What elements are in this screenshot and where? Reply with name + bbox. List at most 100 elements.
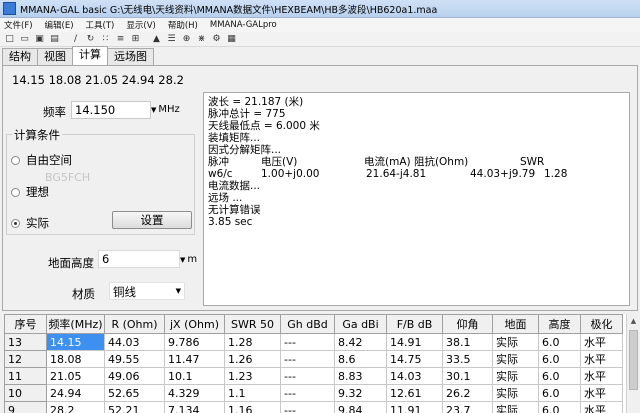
wire-icon[interactable]: ∕ xyxy=(70,34,81,45)
column-header[interactable]: 高度 xyxy=(538,314,581,334)
table-cell[interactable]: 12 xyxy=(4,350,47,368)
menu-edit[interactable]: 编辑(E) xyxy=(45,19,74,31)
table-cell[interactable]: 28.2 xyxy=(46,401,105,413)
table-cell[interactable]: 24.94 xyxy=(46,384,105,402)
table-cell[interactable]: 14.03 xyxy=(386,367,443,385)
table-cell[interactable]: 21.05 xyxy=(46,367,105,385)
table-row[interactable]: 10 24.94 52.65 4.329 1.1 --- 9.32 12.61 26.2 实际 6.… xyxy=(4,384,623,402)
table-cell[interactable]: 23.7 xyxy=(442,401,493,413)
table-cell[interactable]: 52.21 xyxy=(104,401,165,413)
table-cell[interactable]: 26.2 xyxy=(442,384,493,402)
table-cell[interactable]: 1.23 xyxy=(224,367,281,385)
table-cell[interactable]: 9.32 xyxy=(334,384,387,402)
table-cell[interactable]: 14.15 xyxy=(46,333,105,351)
tab-far-field[interactable]: 远场图 xyxy=(107,48,154,65)
table-cell[interactable]: 14.75 xyxy=(386,350,443,368)
table-cell[interactable]: 49.55 xyxy=(104,350,165,368)
open-file-icon[interactable]: ▭ xyxy=(19,34,30,45)
table-cell[interactable]: 水平 xyxy=(580,350,623,368)
table-cell[interactable]: 实际 xyxy=(492,350,539,368)
table-row[interactable]: 13 14.15 44.03 9.786 1.28 --- 8.42 14.91 38.1 实际 6… xyxy=(4,333,623,351)
crosshair-icon[interactable]: ⊕ xyxy=(181,34,192,45)
network-icon[interactable]: ⋇ xyxy=(196,34,207,45)
table-cell[interactable]: 30.1 xyxy=(442,367,493,385)
table-cell[interactable]: --- xyxy=(280,384,335,402)
print-icon[interactable]: ▤ xyxy=(49,34,60,45)
column-header[interactable]: 仰角 xyxy=(442,314,493,334)
table-cell[interactable]: 8.83 xyxy=(334,367,387,385)
radio-circle-icon[interactable] xyxy=(11,155,20,165)
column-header[interactable]: 极化 xyxy=(580,314,623,334)
table-cell[interactable]: 52.65 xyxy=(104,384,165,402)
ruler-icon[interactable]: ☰ xyxy=(166,34,177,45)
table-cell[interactable]: 10.1 xyxy=(164,367,225,385)
table-cell[interactable]: 1.28 xyxy=(224,333,281,351)
table-cell[interactable]: 水平 xyxy=(580,384,623,402)
table-scrollbar[interactable]: ▲ xyxy=(626,314,640,413)
table-cell[interactable]: 8.6 xyxy=(334,350,387,368)
column-header[interactable]: 序号 xyxy=(4,314,47,334)
table-cell[interactable]: 14.91 xyxy=(386,333,443,351)
column-header[interactable]: SWR 50 xyxy=(224,314,281,334)
table-row[interactable]: 11 21.05 49.06 10.1 1.23 --- 8.83 14.03 30.1 实际 6.… xyxy=(4,367,623,385)
column-header[interactable]: R (Ohm) xyxy=(104,314,165,334)
table-cell[interactable]: 水平 xyxy=(580,367,623,385)
table-cell[interactable]: 13 xyxy=(4,333,47,351)
radio-ideal[interactable]: 理想 xyxy=(11,184,49,200)
menu-pro[interactable]: MMANA-GALpro xyxy=(210,20,277,30)
table-cell[interactable]: --- xyxy=(280,367,335,385)
table-cell[interactable]: 水平 xyxy=(580,333,623,351)
column-header[interactable]: 频率(MHz) xyxy=(46,314,105,334)
table-cell[interactable]: 9.84 xyxy=(334,401,387,413)
ground-height-input[interactable]: 6 xyxy=(98,250,180,268)
table-cell[interactable]: 44.03 xyxy=(104,333,165,351)
table-cell[interactable]: --- xyxy=(280,350,335,368)
table-cell[interactable]: 6.0 xyxy=(538,367,581,385)
tab-structure[interactable]: 结构 xyxy=(2,48,38,65)
table-cell[interactable]: 水平 xyxy=(580,401,623,413)
rotate-icon[interactable]: ↻ xyxy=(85,34,96,45)
table-cell[interactable]: --- xyxy=(280,401,335,413)
menu-view[interactable]: 显示(V) xyxy=(126,19,155,31)
table-cell[interactable]: 11 xyxy=(4,367,47,385)
radio-real[interactable]: 实际 xyxy=(11,215,49,231)
column-header[interactable]: Gh dBd xyxy=(280,314,335,334)
column-header[interactable]: jX (Ohm) xyxy=(164,314,225,334)
segment-icon[interactable]: ∷ xyxy=(100,34,111,45)
table-cell[interactable]: 12.61 xyxy=(386,384,443,402)
table-cell[interactable]: 1.16 xyxy=(224,401,281,413)
frequency-unit[interactable]: ▼ MHz xyxy=(151,104,180,115)
table-cell[interactable]: 11.91 xyxy=(386,401,443,413)
table-cell[interactable]: 9 xyxy=(4,401,47,413)
radio-circle-icon[interactable] xyxy=(11,187,20,197)
ground-height-unit[interactable]: ▼ m xyxy=(180,254,197,265)
frequency-input[interactable]: 14.150 xyxy=(71,101,151,119)
calculator-icon[interactable]: ▦ xyxy=(226,34,237,45)
table-row[interactable]: 9 28.2 52.21 7.134 1.16 --- 9.84 11.91 23.7 实际 6.0… xyxy=(4,401,623,413)
column-header[interactable]: 地面 xyxy=(492,314,539,334)
table-cell[interactable]: 实际 xyxy=(492,384,539,402)
table-cell[interactable]: --- xyxy=(280,333,335,351)
table-cell[interactable]: 6.0 xyxy=(538,350,581,368)
table-cell[interactable]: 6.0 xyxy=(538,401,581,413)
radio-checked-icon[interactable] xyxy=(11,218,20,228)
settings-icon[interactable]: ⚙ xyxy=(211,34,222,45)
menu-file[interactable]: 文件(F) xyxy=(4,19,33,31)
table-cell[interactable]: 4.329 xyxy=(164,384,225,402)
table-row[interactable]: 12 18.08 49.55 11.47 1.26 --- 8.6 14.75 33.5 实际 6.… xyxy=(4,350,623,368)
table-cell[interactable]: 8.42 xyxy=(334,333,387,351)
table-cell[interactable]: 实际 xyxy=(492,401,539,413)
results-output[interactable]: 波长 = 21.187 (米) 脉冲总计 = 775 天线最低点 = 6.000… xyxy=(203,92,630,306)
table-cell[interactable]: 49.06 xyxy=(104,367,165,385)
table-cell[interactable]: 实际 xyxy=(492,333,539,351)
table-cell[interactable]: 18.08 xyxy=(46,350,105,368)
column-header[interactable]: F/B dB xyxy=(386,314,443,334)
table-cell[interactable]: 11.47 xyxy=(164,350,225,368)
scroll-up-icon[interactable]: ▲ xyxy=(627,314,640,328)
scrollbar-thumb[interactable] xyxy=(629,330,638,390)
table-cell[interactable]: 1.1 xyxy=(224,384,281,402)
new-file-icon[interactable]: □ xyxy=(4,34,15,45)
tab-calculate[interactable]: 计算 xyxy=(72,46,108,65)
tools-icon[interactable]: ▲ xyxy=(151,34,162,45)
table-cell[interactable]: 33.5 xyxy=(442,350,493,368)
